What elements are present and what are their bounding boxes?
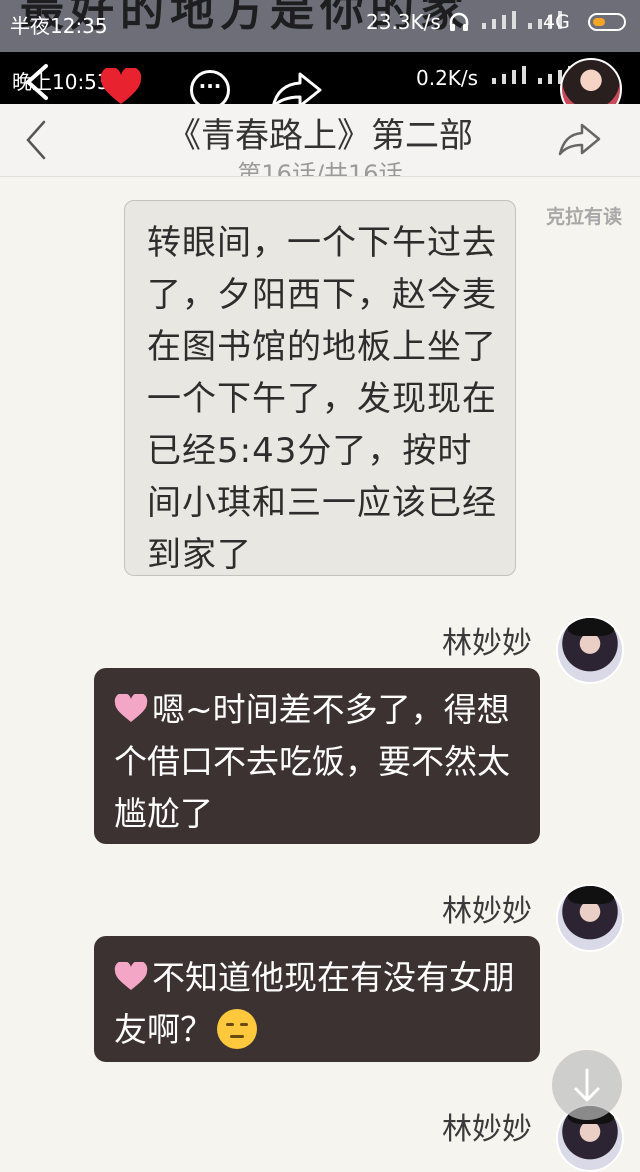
speaker-avatar[interactable] xyxy=(556,884,624,952)
battery-icon xyxy=(588,13,626,31)
heart-icon xyxy=(114,694,148,722)
scroll-down-button[interactable] xyxy=(552,1050,622,1120)
story-title: 《青春路上》第二部 xyxy=(167,116,473,156)
outer-status-bar: 最好的地方是你的家 半夜12:35 23.3K/s 4G xyxy=(0,0,640,52)
outer-network-speed: 23.3K/s xyxy=(366,10,441,34)
episode-indicator: 第16话/共16话 xyxy=(237,160,403,176)
message-text: 不知道他现在有没有女朋友啊？ xyxy=(114,958,515,1049)
speaker-avatar[interactable] xyxy=(556,616,624,684)
narration-bubble: 转眼间，一个下午过去了，夕阳西下，赵今麦在图书馆的地板上坐了一个下午了，发现现在… xyxy=(124,200,516,576)
message-bubble: 不知道他现在有没有女朋友啊？ xyxy=(94,936,540,1062)
message-bubble: 嗯~时间差不多了，得想个借口不去吃饭，要不然太尴尬了 xyxy=(94,668,540,844)
down-arrow-icon xyxy=(574,1068,600,1102)
story-header: 《青春路上》第二部 第16话/共16话 xyxy=(0,104,640,177)
heart-icon[interactable] xyxy=(100,68,142,106)
speaker-name: 林妙妙 xyxy=(442,1112,532,1147)
expressionless-emoji-icon xyxy=(217,1009,257,1049)
speaker-name: 林妙妙 xyxy=(442,626,532,661)
inner-network-speed: 0.2K/s xyxy=(416,66,479,90)
heart-icon xyxy=(114,962,148,990)
network-type: 4G xyxy=(543,11,570,33)
back-arrow-icon[interactable] xyxy=(20,62,54,102)
outer-clock: 半夜12:35 xyxy=(10,14,108,38)
message-text: 嗯~时间差不多了，得想个借口不去吃饭，要不然太尴尬了 xyxy=(114,690,510,833)
share-icon[interactable] xyxy=(558,122,602,158)
headphone-icon xyxy=(449,12,469,31)
speaker-name: 林妙妙 xyxy=(442,894,532,929)
watermark: 克拉有读 xyxy=(546,206,623,228)
